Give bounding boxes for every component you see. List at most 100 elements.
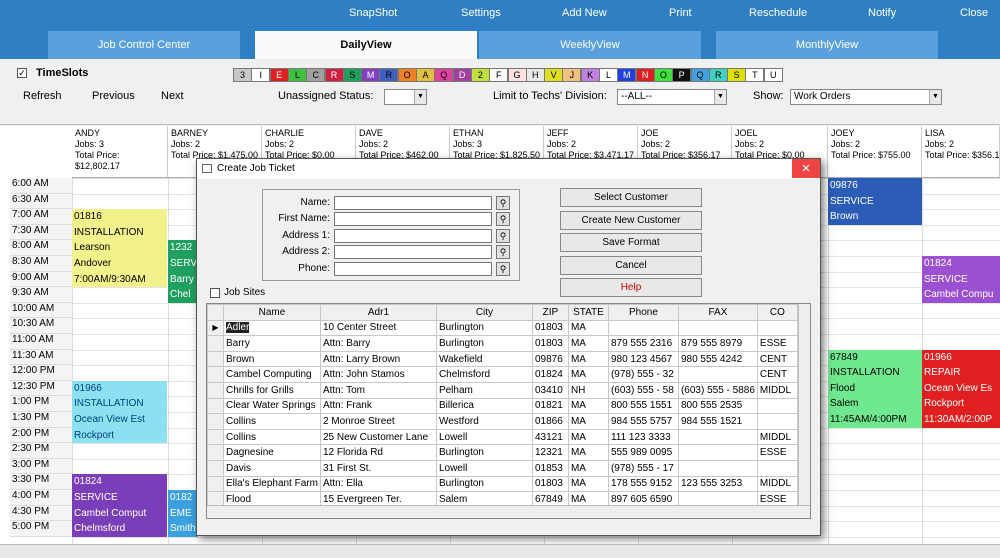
status-chip[interactable]: H bbox=[525, 68, 545, 82]
add-new-menu[interactable]: Add New bbox=[562, 7, 607, 19]
schedule-event[interactable]: Brown bbox=[828, 209, 922, 225]
status-chip[interactable]: O bbox=[653, 68, 673, 82]
name-input[interactable] bbox=[334, 196, 492, 210]
column-header[interactable]: FAX bbox=[677, 304, 758, 321]
column-header[interactable]: City bbox=[435, 304, 533, 321]
schedule-event[interactable]: 67849 bbox=[828, 349, 922, 366]
status-chip[interactable]: L bbox=[599, 68, 618, 82]
schedule-event[interactable]: Ocean View Es bbox=[922, 380, 1000, 397]
notify-menu[interactable]: Notify bbox=[868, 7, 896, 19]
phone-input[interactable] bbox=[334, 261, 492, 276]
tab-monthly-view[interactable]: MonthlyView bbox=[716, 31, 938, 59]
status-chip[interactable]: 3 bbox=[233, 68, 252, 82]
status-chip[interactable]: S bbox=[727, 68, 747, 82]
schedule-event[interactable]: Barry bbox=[168, 271, 198, 288]
print-menu[interactable]: Print bbox=[669, 7, 692, 19]
schedule-event[interactable]: EME bbox=[168, 505, 198, 522]
search-icon[interactable]: ⚲ bbox=[496, 196, 510, 210]
status-chip[interactable]: T bbox=[745, 68, 765, 82]
schedule-event[interactable]: INSTALLATION bbox=[72, 396, 167, 412]
schedule-event[interactable]: INSTALLATION bbox=[72, 224, 167, 241]
tab-job-control-center[interactable]: Job Control Center bbox=[48, 31, 240, 59]
schedule-event[interactable]: 01824 bbox=[72, 474, 167, 490]
schedule-event[interactable]: SERV bbox=[168, 256, 198, 272]
search-icon[interactable]: ⚲ bbox=[496, 228, 510, 243]
schedule-event[interactable]: 01816 bbox=[72, 209, 167, 225]
help-button[interactable]: Help bbox=[560, 278, 702, 297]
status-chip[interactable]: 2 bbox=[470, 68, 490, 82]
address2-input[interactable] bbox=[334, 245, 492, 260]
search-icon[interactable]: ⚲ bbox=[496, 261, 510, 276]
table-row[interactable]: Brown Attn: Larry Brown Wakefield 09876 MA 98… bbox=[207, 350, 798, 368]
schedule-event[interactable]: SERVICE bbox=[72, 490, 167, 506]
table-row[interactable]: Davis 31 First St. Lowell 01853 MA (978) 555 … bbox=[207, 459, 798, 477]
table-row[interactable]: Dagnesine 12 Florida Rd Burlington 12321 MA 5… bbox=[207, 444, 798, 461]
status-chip[interactable]: R bbox=[708, 68, 728, 82]
cancel-button[interactable]: Cancel bbox=[560, 255, 702, 275]
schedule-event[interactable]: SERVICE bbox=[922, 271, 1000, 288]
schedule-event[interactable]: INSTALLATION bbox=[828, 365, 922, 381]
job-sites-checkbox[interactable] bbox=[210, 288, 220, 298]
status-chip[interactable]: M bbox=[617, 68, 637, 82]
status-chip[interactable]: G bbox=[507, 68, 527, 82]
table-row[interactable]: Chrills for Grills Attn: Tom Pelham 03410 NH… bbox=[207, 381, 798, 399]
next-button[interactable]: Next bbox=[161, 90, 184, 102]
column-header[interactable]: Phone bbox=[607, 304, 679, 321]
close-menu[interactable]: Close bbox=[960, 7, 988, 19]
status-chip[interactable]: K bbox=[580, 68, 600, 82]
status-chip[interactable]: J bbox=[562, 68, 582, 82]
schedule-event[interactable]: 11:30AM/2:00P bbox=[922, 412, 1000, 428]
column-header[interactable]: STATE bbox=[567, 304, 609, 321]
status-chip[interactable]: U bbox=[763, 68, 783, 82]
close-icon[interactable]: ✕ bbox=[792, 159, 820, 178]
schedule-event[interactable]: 01966 bbox=[922, 349, 1000, 366]
tech-column-header[interactable]: ANDY Jobs: 3 Total Price: $12,802.17 bbox=[72, 126, 168, 178]
schedule-event[interactable]: Cambel Compu bbox=[922, 287, 1000, 303]
table-row[interactable]: Collins 2 Monroe Street Westford 01866 MA 984… bbox=[207, 413, 798, 430]
column-header[interactable]: CO bbox=[756, 304, 798, 321]
horizontal-scrollbar[interactable] bbox=[207, 505, 810, 518]
status-chip[interactable]: N bbox=[635, 68, 655, 82]
unassigned-status-select[interactable]: ▼ bbox=[384, 89, 427, 105]
division-select[interactable]: --ALL-- ▼ bbox=[617, 89, 727, 105]
status-chip[interactable]: P bbox=[672, 68, 692, 82]
tab-daily-view[interactable]: DailyView bbox=[255, 31, 477, 59]
previous-button[interactable]: Previous bbox=[92, 90, 135, 102]
vertical-scrollbar[interactable] bbox=[798, 304, 810, 506]
tech-column-header[interactable]: JOEY Jobs: 2 Total Price: $755.00 bbox=[828, 126, 922, 178]
settings-menu[interactable]: Settings bbox=[461, 7, 501, 19]
reschedule-menu[interactable]: Reschedule bbox=[749, 7, 807, 19]
first-name-input[interactable] bbox=[334, 212, 492, 227]
schedule-event[interactable]: 01966 bbox=[72, 380, 167, 397]
status-chip[interactable]: O bbox=[397, 68, 417, 82]
schedule-event[interactable]: Cambel Comput bbox=[72, 505, 167, 522]
schedule-event[interactable]: Learson bbox=[72, 240, 167, 256]
schedule-event[interactable]: 7:00AM/9:30AM bbox=[72, 271, 167, 288]
tech-column-header[interactable]: LISA Jobs: 2 Total Price: $356.1 bbox=[922, 126, 1000, 178]
schedule-event[interactable]: REPAIR bbox=[922, 365, 1000, 381]
show-select[interactable]: Work Orders ▼ bbox=[790, 89, 942, 105]
tab-weekly-view[interactable]: WeeklyView bbox=[479, 31, 701, 59]
status-chip[interactable]: V bbox=[544, 68, 564, 82]
status-chip[interactable]: E bbox=[269, 68, 289, 82]
schedule-event[interactable]: Flood bbox=[828, 380, 922, 397]
search-icon[interactable]: ⚲ bbox=[496, 245, 510, 260]
status-chip[interactable]: F bbox=[489, 68, 509, 82]
schedule-event[interactable]: 01824 bbox=[922, 256, 1000, 272]
refresh-button[interactable]: Refresh bbox=[23, 90, 62, 102]
schedule-event[interactable]: 09876 bbox=[828, 178, 922, 194]
schedule-event[interactable]: Ocean View Est bbox=[72, 412, 167, 428]
status-chip[interactable]: I bbox=[251, 68, 271, 82]
status-chip[interactable]: Q bbox=[434, 68, 454, 82]
schedule-event[interactable]: 0182 bbox=[168, 490, 198, 506]
status-chip[interactable]: Q bbox=[690, 68, 710, 82]
table-row[interactable]: Clear Water Springs Attn: Frank Billerica 0… bbox=[207, 397, 798, 415]
schedule-event[interactable]: Rockport bbox=[72, 427, 167, 444]
status-chip[interactable]: S bbox=[342, 68, 362, 82]
address1-input[interactable] bbox=[334, 228, 492, 243]
grid-horizontal-scrollbar[interactable] bbox=[0, 544, 1000, 558]
schedule-event[interactable]: Rockport bbox=[922, 396, 1000, 412]
save-format-button[interactable]: Save Format bbox=[560, 233, 702, 252]
schedule-event[interactable]: Smith bbox=[168, 521, 198, 537]
schedule-event[interactable]: Chel bbox=[168, 287, 198, 303]
